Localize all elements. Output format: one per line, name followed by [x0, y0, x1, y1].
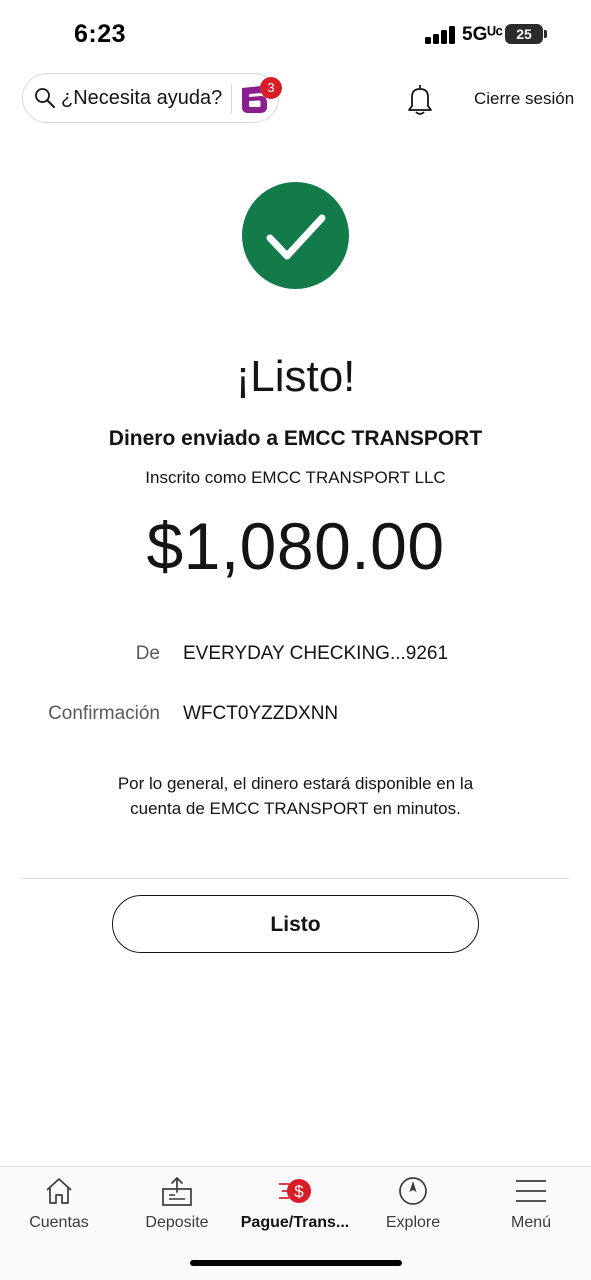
- menu-icon: [516, 1180, 546, 1202]
- tab-label: Pague/Trans...: [240, 1214, 350, 1231]
- search-icon: [35, 88, 55, 108]
- success-headline: ¡Listo!: [235, 352, 356, 401]
- battery-icon: 25: [505, 24, 543, 44]
- help-divider: [231, 84, 232, 114]
- status-bar: 6:23 5Gᵁᶜ 25: [0, 0, 591, 70]
- tab-deposit[interactable]: Deposite: [118, 1167, 236, 1247]
- home-icon: [46, 1178, 72, 1204]
- tab-label: Deposite: [145, 1214, 209, 1231]
- detail-label: Confirmación: [48, 703, 160, 724]
- success-check-icon: [242, 182, 349, 289]
- home-indicator[interactable]: [190, 1260, 402, 1266]
- tab-label: Cuentas: [29, 1214, 89, 1231]
- help-search-bar[interactable]: ¿Necesita ayuda? 3: [22, 73, 282, 123]
- compass-icon: [399, 1177, 427, 1205]
- transfer-amount: $1,080.00: [146, 509, 445, 583]
- availability-note: Por lo general, el dinero estará disponi…: [117, 774, 474, 818]
- help-placeholder: ¿Necesita ayuda?: [61, 87, 223, 109]
- divider: [22, 878, 569, 879]
- recipient-line: Dinero enviado a EMCC TRANSPORT: [108, 427, 483, 450]
- battery-tip: [544, 30, 547, 38]
- deposit-icon: [162, 1177, 192, 1206]
- svg-text:$: $: [294, 1182, 304, 1201]
- detail-label: De: [135, 643, 160, 664]
- status-time: 6:23: [74, 20, 127, 48]
- network-type: 5Gᵁᶜ: [462, 24, 503, 45]
- enrolled-name-line: Inscrito como EMCC TRANSPORT LLC: [145, 468, 446, 487]
- tab-menu[interactable]: Menú: [472, 1167, 590, 1247]
- logout-link[interactable]: Cierre sesión: [474, 89, 574, 109]
- tab-label: Menú: [510, 1214, 552, 1231]
- tab-accounts[interactable]: Cuentas: [0, 1167, 118, 1247]
- done-button[interactable]: Listo: [112, 895, 479, 953]
- tab-pay-transfer[interactable]: $ Pague/Trans...: [236, 1167, 354, 1247]
- detail-row-confirmation: Confirmación WFCT0YZZDXNN: [0, 703, 591, 733]
- detail-value: WFCT0YZZDXNN: [183, 703, 339, 724]
- notification-count-badge: 3: [260, 77, 282, 99]
- signal-strength-icon: [425, 26, 457, 44]
- detail-value: EVERYDAY CHECKING...9261: [183, 643, 449, 664]
- tab-label: Explore: [385, 1214, 441, 1231]
- detail-row-from: De EVERYDAY CHECKING...9261: [0, 643, 591, 673]
- bell-icon[interactable]: [404, 82, 436, 116]
- tab-explore[interactable]: Explore: [354, 1167, 472, 1247]
- pay-transfer-icon: $: [279, 1179, 311, 1203]
